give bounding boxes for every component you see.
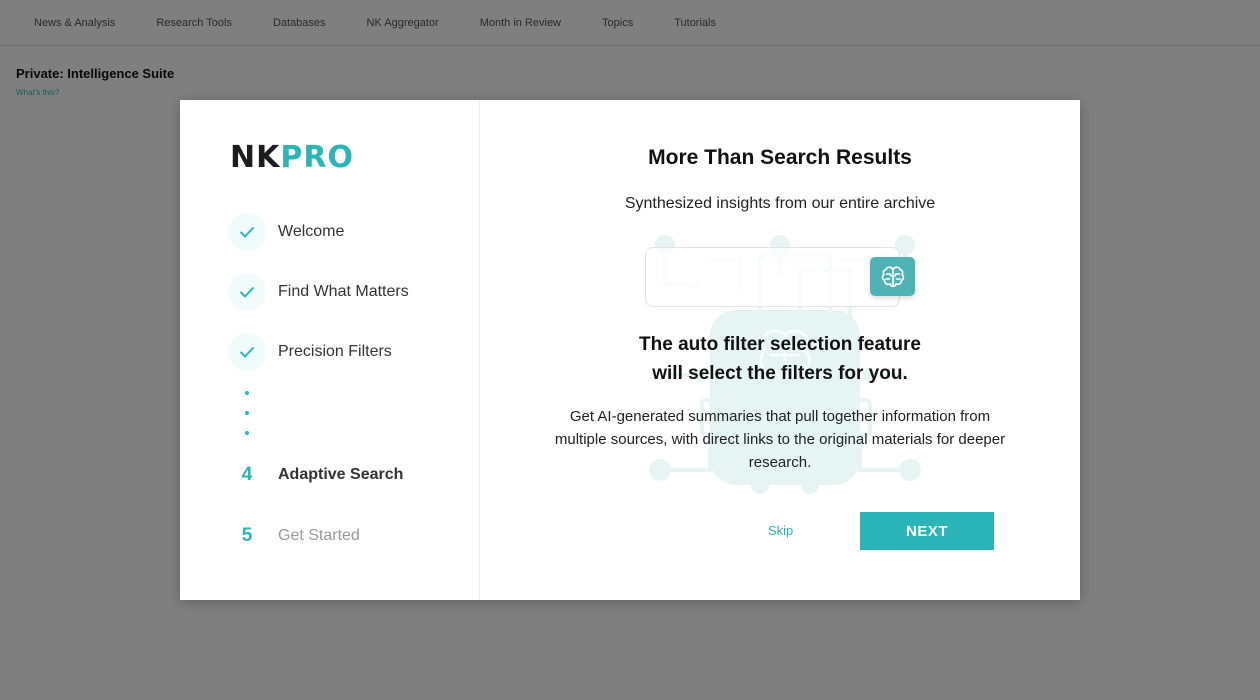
step-get-started[interactable]: 5 Get Started (228, 516, 360, 556)
skip-link[interactable]: Skip (768, 523, 793, 538)
check-icon (228, 333, 266, 371)
steps-panel: NKPRO Welcome Find What Matters Precisio… (180, 100, 480, 600)
brain-icon (881, 265, 904, 287)
check-icon (228, 273, 266, 311)
step-welcome[interactable]: Welcome (228, 212, 344, 252)
step-label: Find What Matters (278, 283, 409, 300)
feature-description: Get AI-generated summaries that pull tog… (554, 408, 1006, 471)
step-label: Adaptive Search (278, 466, 404, 483)
ai-search-button[interactable] (870, 257, 915, 296)
step-adaptive-search[interactable]: 4 Adaptive Search (228, 455, 404, 495)
step-precision-filters[interactable]: Precision Filters (228, 332, 392, 372)
nkpro-logo: NKPRO (230, 140, 354, 175)
step-label: Precision Filters (278, 343, 392, 360)
content-panel: More Than Search Results Synthesized ins… (480, 100, 1080, 600)
step-find-what-matters[interactable]: Find What Matters (228, 272, 409, 312)
next-button[interactable]: NEXT (860, 512, 994, 550)
step-number: 4 (241, 464, 253, 485)
progress-dot (245, 411, 249, 415)
feature-statement: The auto filter selection feature will s… (639, 334, 921, 384)
check-icon (228, 213, 266, 251)
progress-dot (245, 431, 249, 435)
step-label: Get Started (278, 527, 360, 544)
onboarding-modal: NKPRO Welcome Find What Matters Precisio… (180, 100, 1080, 600)
step-number: 5 (241, 525, 253, 546)
modal-heading: More Than Search Results (648, 146, 912, 169)
step-label: Welcome (278, 223, 345, 240)
search-input[interactable] (645, 247, 900, 307)
progress-dot (245, 391, 249, 395)
modal-subheading: Synthesized insights from our entire arc… (624, 195, 936, 212)
